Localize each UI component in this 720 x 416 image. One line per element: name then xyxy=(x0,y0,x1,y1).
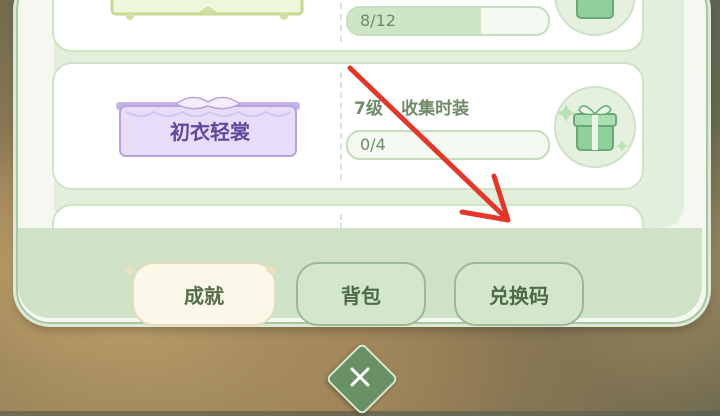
sparkle-icon: ◆ xyxy=(266,262,277,278)
tab-achievements[interactable]: 成就 xyxy=(132,262,276,326)
progress-text: 8/12 xyxy=(360,11,396,30)
close-icon xyxy=(350,367,370,387)
tab-label: 背包 xyxy=(341,283,381,308)
gift-icon[interactable] xyxy=(554,0,636,36)
tab-redeem-code[interactable]: 兑换码 xyxy=(454,262,584,326)
tab-label: 成就 xyxy=(184,283,224,308)
banner-text: 初衣轻裳 xyxy=(170,120,250,144)
card-divider xyxy=(340,72,342,180)
progress-text: 0/4 xyxy=(360,135,386,154)
tab-label: 兑换码 xyxy=(489,283,549,308)
card-divider xyxy=(340,0,342,42)
task-progress-bar: 0/4 xyxy=(346,130,550,160)
gift-icon[interactable] xyxy=(554,86,636,168)
reward-banner-image xyxy=(110,0,304,20)
tab-backpack[interactable]: 背包 xyxy=(296,262,426,326)
task-label: 7级 · 收集时装 xyxy=(354,99,470,119)
task-progress-bar: 8/12 xyxy=(346,6,550,36)
sparkle-icon: ◆ xyxy=(124,262,135,278)
reward-card: 8/12 xyxy=(52,0,644,52)
reward-card: 初衣轻裳 7级 · 收集时装 0/4 xyxy=(52,62,644,190)
